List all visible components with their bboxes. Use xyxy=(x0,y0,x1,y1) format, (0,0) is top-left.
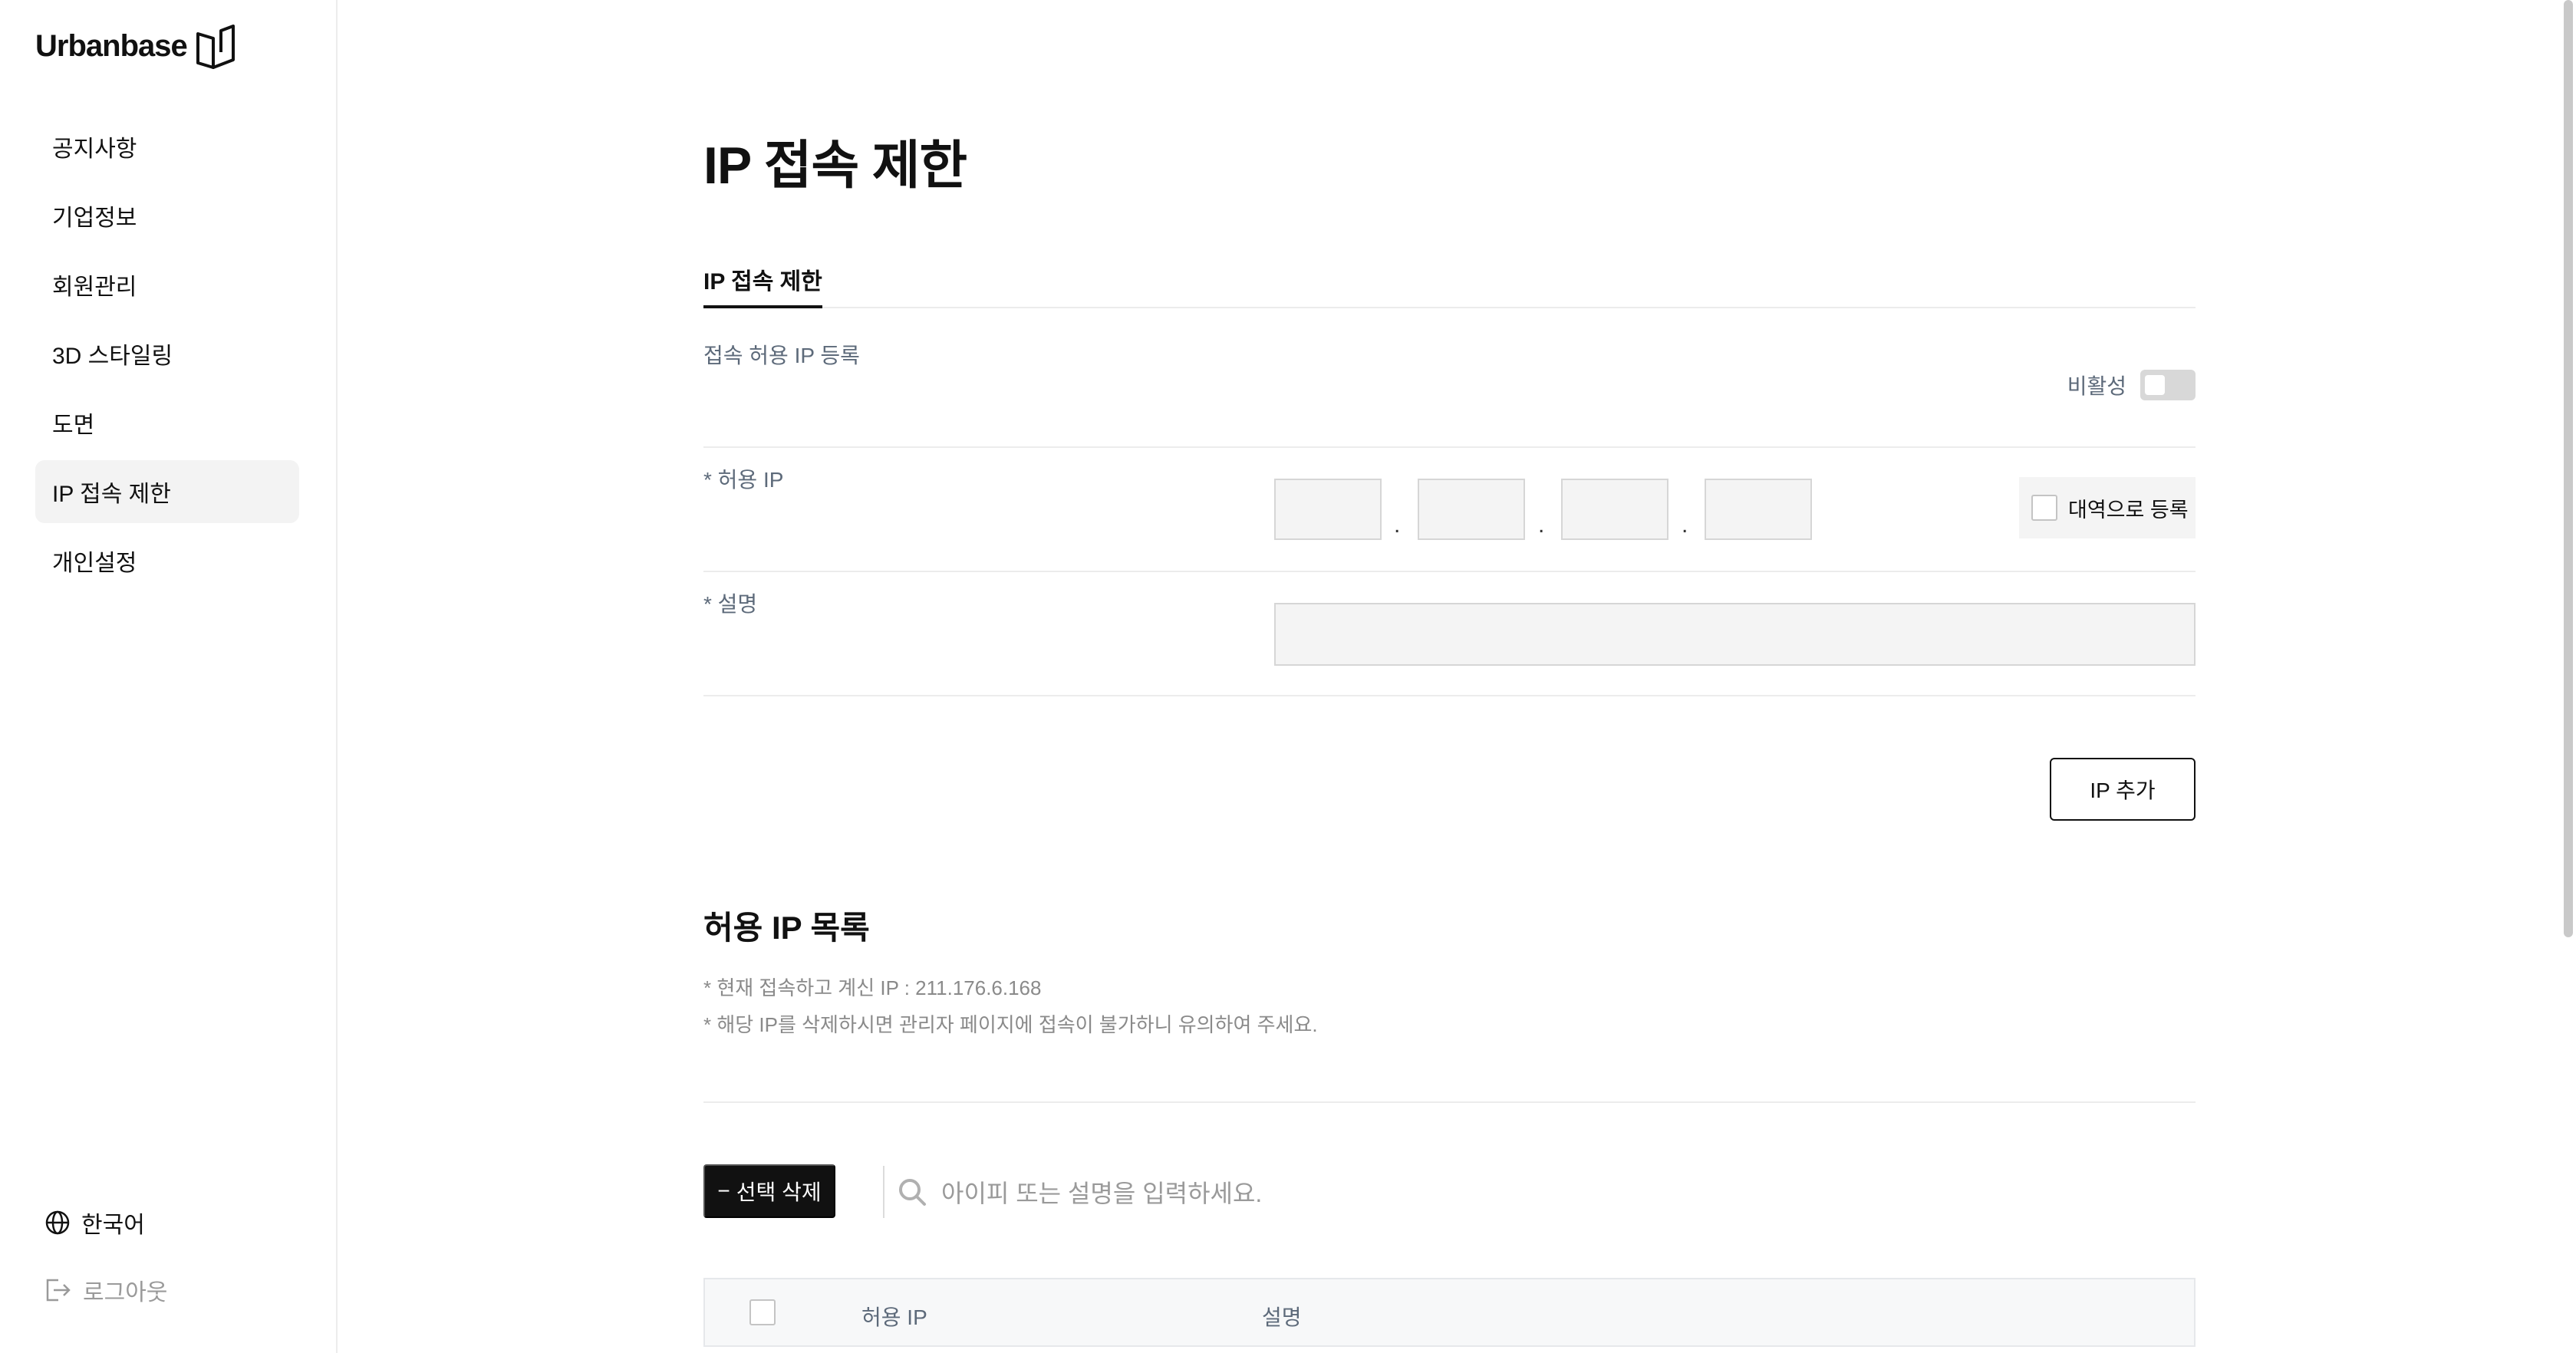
sidebar-item-ip-restriction[interactable]: IP 접속 제한 xyxy=(35,460,299,523)
sidebar-item-label: 도면 xyxy=(52,413,95,438)
range-register-checkbox[interactable]: 대역으로 등록 xyxy=(2019,477,2196,538)
toggle-label: 비활성 xyxy=(2067,374,2126,398)
delete-warning-note: * 해당 IP를 삭제하시면 관리자 페이지에 접속이 불가하니 유의하여 주세… xyxy=(703,1013,1318,1036)
current-ip-note: * 현재 접속하고 계신 IP : 211.176.6.168 xyxy=(703,976,1042,999)
logout-label: 로그아웃 xyxy=(83,1280,168,1305)
description-label: * 설명 xyxy=(703,592,758,616)
table-header: 허용 IP 설명 xyxy=(703,1278,2196,1347)
sidebar-item-floorplan[interactable]: 도면 xyxy=(35,391,299,454)
section-label: 접속 허용 IP 등록 xyxy=(703,344,860,367)
ip-separator: . xyxy=(1682,512,1688,538)
sidebar-item-label: 3D 스타일링 xyxy=(52,344,173,369)
minus-icon: − xyxy=(717,1179,730,1203)
page-scrollbar[interactable] xyxy=(2561,0,2576,1353)
scrollbar-thumb[interactable] xyxy=(2564,0,2573,937)
sidebar-item-label: 개인설정 xyxy=(52,551,137,576)
logout-icon xyxy=(46,1279,71,1302)
ip-separator: . xyxy=(1394,512,1401,538)
search-input[interactable]: 아이피 또는 설명을 입력하세요. xyxy=(941,1174,1262,1210)
sidebar-item-3d-styling[interactable]: 3D 스타일링 xyxy=(35,322,299,385)
search-divider xyxy=(883,1166,884,1218)
ip-octet-1-input[interactable] xyxy=(1274,479,1382,540)
column-header-description[interactable]: 설명 xyxy=(1262,1301,1302,1332)
toggle-knob xyxy=(2145,375,2165,395)
add-ip-button[interactable]: IP 추가 xyxy=(2050,758,2196,821)
ip-octet-4-input[interactable] xyxy=(1705,479,1812,540)
range-register-label: 대역으로 등록 xyxy=(2068,498,2189,522)
divider xyxy=(703,446,2196,448)
activation-toggle[interactable] xyxy=(2140,370,2196,400)
sidebar-item-personal-settings[interactable]: 개인설정 xyxy=(35,529,299,592)
search-bar[interactable]: 아이피 또는 설명을 입력하세요. xyxy=(897,1166,1262,1218)
select-all-checkbox[interactable] xyxy=(749,1299,776,1325)
logo-text: Urbanbase xyxy=(35,28,188,63)
sidebar-item-members[interactable]: 회원관리 xyxy=(35,253,299,316)
description-input[interactable] xyxy=(1274,603,2196,666)
language-label: 한국어 xyxy=(81,1213,145,1238)
sidebar-item-label: 기업정보 xyxy=(52,206,137,231)
sidebar-item-label: 회원관리 xyxy=(52,275,137,300)
ip-octet-3-input[interactable] xyxy=(1561,479,1668,540)
sidebar-item-notices[interactable]: 공지사항 xyxy=(35,115,299,178)
delete-selected-button[interactable]: − 선택 삭제 xyxy=(703,1164,835,1218)
checkbox[interactable] xyxy=(2031,495,2057,521)
sidebar-nav: 공지사항 기업정보 회원관리 3D 스타일링 도면 IP 접속 제한 개인설정 xyxy=(35,115,299,598)
ip-octet-2-input[interactable] xyxy=(1418,479,1525,540)
tab-ip-restriction[interactable]: IP 접속 제한 xyxy=(703,259,822,308)
delete-selected-label: 선택 삭제 xyxy=(736,1180,822,1204)
tab-bar: IP 접속 제한 xyxy=(703,259,2196,308)
allowed-ip-label: * 허용 IP xyxy=(703,468,784,492)
globe-icon xyxy=(45,1210,70,1235)
page-title: IP 접속 제한 xyxy=(703,137,967,195)
divider xyxy=(703,1101,2196,1103)
divider xyxy=(703,695,2196,696)
sidebar-item-company-info[interactable]: 기업정보 xyxy=(35,184,299,247)
divider xyxy=(703,571,2196,572)
sidebar-item-label: IP 접속 제한 xyxy=(52,482,171,507)
activation-toggle-group: 비활성 xyxy=(2067,370,2196,400)
urbanbase-logo-icon xyxy=(196,25,235,69)
sidebar-item-label: 공지사항 xyxy=(52,137,137,162)
sidebar: Urbanbase 공지사항 기업정보 회원관리 3D 스타일링 도면 IP 접… xyxy=(0,0,338,1353)
column-header-allowed-ip[interactable]: 허용 IP xyxy=(861,1301,927,1332)
search-icon xyxy=(899,1179,926,1206)
logout-button[interactable]: 로그아웃 xyxy=(44,1273,167,1307)
language-selector[interactable]: 한국어 xyxy=(44,1206,145,1239)
allowed-ip-list-title: 허용 IP 목록 xyxy=(703,910,870,946)
logo[interactable]: Urbanbase xyxy=(35,21,238,71)
ip-separator: . xyxy=(1538,512,1545,538)
